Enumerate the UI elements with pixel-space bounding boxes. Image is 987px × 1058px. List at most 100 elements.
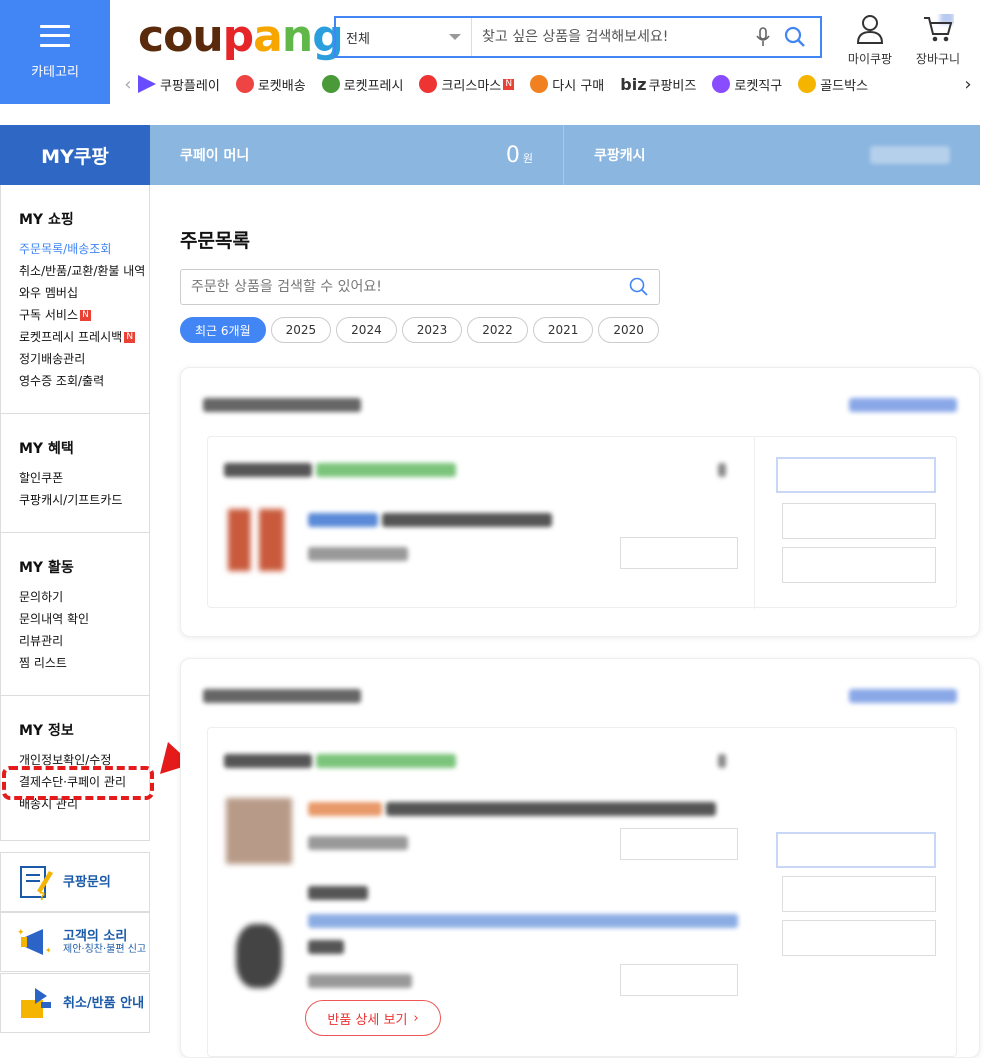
coupay-money[interactable]: 쿠페이 머니 0원 [150,125,564,185]
order-search-input[interactable] [191,279,629,295]
play-icon [138,75,156,93]
write-review-button-blurred[interactable] [782,547,936,583]
shortcut-label: 쿠팡비즈 [648,78,697,94]
svg-text:?: ? [39,890,45,901]
shortcut-label: 크리스마스 [441,78,502,94]
sidebar-item[interactable]: 문의하기 [19,589,149,606]
track-delivery-button-blurred[interactable] [776,832,936,868]
order-search-bar [180,269,660,305]
product-name-blurred[interactable] [382,513,552,527]
new-badge: N [503,78,515,90]
chevron-right-icon: › [413,1010,419,1026]
my-coupang-label: 마이쿠팡 [847,52,893,66]
chevron-left-icon[interactable]: ‹ [118,74,138,95]
sidebar-item-label: 와우 멤버십 [19,286,79,300]
search-icon[interactable] [784,26,806,48]
search-bar: 전체 [334,16,822,58]
track-delivery-button-blurred[interactable] [776,457,936,493]
year-tab[interactable]: 최근 6개월 [180,317,266,343]
return-detail-button[interactable]: 반품 상세 보기 › [305,1000,441,1036]
product-price-blurred [308,547,408,561]
category-label: 카테고리 [31,64,79,80]
write-review-button-blurred[interactable] [782,920,936,956]
product-thumbnail[interactable] [236,924,282,988]
sidebar-item[interactable]: 로켓프레시 프레시백 N [19,329,149,346]
delivery-status-blurred [224,463,312,477]
sidebar-item[interactable]: 찜 리스트 [19,655,149,672]
exchange-return-button-blurred[interactable] [782,876,936,912]
shortcut-label: 쿠팡플레이 [160,78,220,94]
my-coupang-button[interactable]: 마이쿠팡 [842,14,898,67]
rocket-icon [235,75,254,93]
sidebar-item-label: 리뷰관리 [19,634,64,648]
product-thumbnail[interactable] [228,509,284,571]
sidebar-section-title: MY 쇼핑 [19,212,74,228]
shortcut-global-rocket[interactable]: 로켓직구 [712,75,782,94]
coupay-money-label: 쿠페이 머니 [180,148,250,164]
coupang-cash[interactable]: 쿠팡캐시 [564,125,980,185]
order-detail-link-blurred[interactable] [849,689,957,703]
coupang-cash-amount-blurred [870,146,950,164]
chevron-right-icon[interactable]: › [958,74,978,95]
my-coupang-title[interactable]: MY쿠팡 [0,125,150,185]
shortcut-rocket-fresh[interactable]: 로켓프레시 [321,75,403,94]
coupang-inquiry-link[interactable]: ? 쿠팡문의 [0,852,150,912]
product-name-blurred[interactable] [386,802,716,816]
year-tab[interactable]: 2025 [270,317,332,343]
year-tab[interactable]: 2023 [401,317,463,343]
svg-text:✦: ✦ [17,928,25,938]
year-tab[interactable]: 2021 [532,317,594,343]
product-thumbnail[interactable] [226,798,292,864]
sidebar-item-label: 찜 리스트 [19,656,67,670]
coupang-logo[interactable]: coupang [138,10,344,64]
sidebar-item[interactable]: 영수증 조회/출력 [19,373,149,390]
more-icon[interactable] [718,754,726,768]
cancel-return-guide-label: 취소/반품 안내 [63,995,145,1011]
sidebar-item[interactable]: 정기배송관리 [19,351,149,368]
sidebar-item-label: 개인정보확인/수정 [19,753,112,767]
cart-button[interactable]: 장바구니 [912,14,964,67]
cancel-return-guide-link[interactable]: 취소/반품 안내 [0,973,150,1033]
coupang-inquiry-label: 쿠팡문의 [63,874,111,890]
customer-voice-sub: 제안·칭찬·불편 신고 [63,944,147,955]
logo-letter: a [253,11,283,62]
delivery-date-blurred [316,463,456,477]
shortcut-label: 로켓배송 [257,78,306,94]
order-detail-link-blurred[interactable] [849,398,957,412]
shortcut-rocket[interactable]: 로켓배송 [235,75,306,94]
microphone-icon[interactable] [754,26,772,48]
shortcut-santa[interactable]: 크리스마스 N [419,75,515,94]
exchange-return-button-blurred[interactable] [782,503,936,539]
sidebar-item[interactable]: 주문목록/배송조회 [19,241,149,258]
shortcut-biz[interactable]: biz 쿠팡비즈 [620,75,696,94]
add-to-cart-button-blurred[interactable] [620,537,738,569]
sidebar-item[interactable]: 구독 서비스 N [19,307,149,324]
category-menu-button[interactable]: 카테고리 [0,0,110,104]
inquiry-clipboard-icon: ? [20,866,53,901]
customer-voice-link[interactable]: ✦ ✦ 고객의 소리 제안·칭찬·불편 신고 [0,912,150,972]
sidebar-item[interactable]: 리뷰관리 [19,633,149,650]
coupang-cash-label: 쿠팡캐시 [594,148,646,164]
shortcut-goldbox[interactable]: 골드박스 [798,75,868,94]
shortcut-rebuy[interactable]: 다시 구매 [530,75,604,94]
sidebar-section-title: MY 정보 [19,723,74,739]
search-category-select[interactable]: 전체 [336,18,472,56]
sidebar-item[interactable]: 쿠팡캐시/기프트카드 [19,492,149,509]
sidebar-item[interactable]: 할인쿠폰 [19,470,149,487]
more-icon[interactable] [718,463,726,477]
sidebar-item[interactable]: 와우 멤버십 [19,285,149,302]
add-to-cart-button-blurred[interactable] [620,964,738,996]
search-input[interactable] [472,18,754,56]
sidebar-item[interactable]: 취소/반품/교환/환불 내역 [19,263,149,280]
sidebar-item-label: 주문목록/배송조회 [19,242,112,256]
shortcut-play[interactable]: 쿠팡플레이 [138,75,220,94]
search-icon[interactable] [629,277,649,297]
product-name-blurred[interactable] [308,914,738,928]
year-tab[interactable]: 2024 [336,317,397,343]
return-box-icon [21,988,51,1018]
year-tab[interactable]: 2022 [467,317,528,343]
my-coupang-sidebar: MY 쇼핑주문목록/배송조회취소/반품/교환/환불 내역와우 멤버십구독 서비스… [0,185,150,841]
add-to-cart-button-blurred[interactable] [620,828,738,860]
year-tab[interactable]: 2020 [598,317,659,343]
sidebar-item[interactable]: 문의내역 확인 [19,611,149,628]
